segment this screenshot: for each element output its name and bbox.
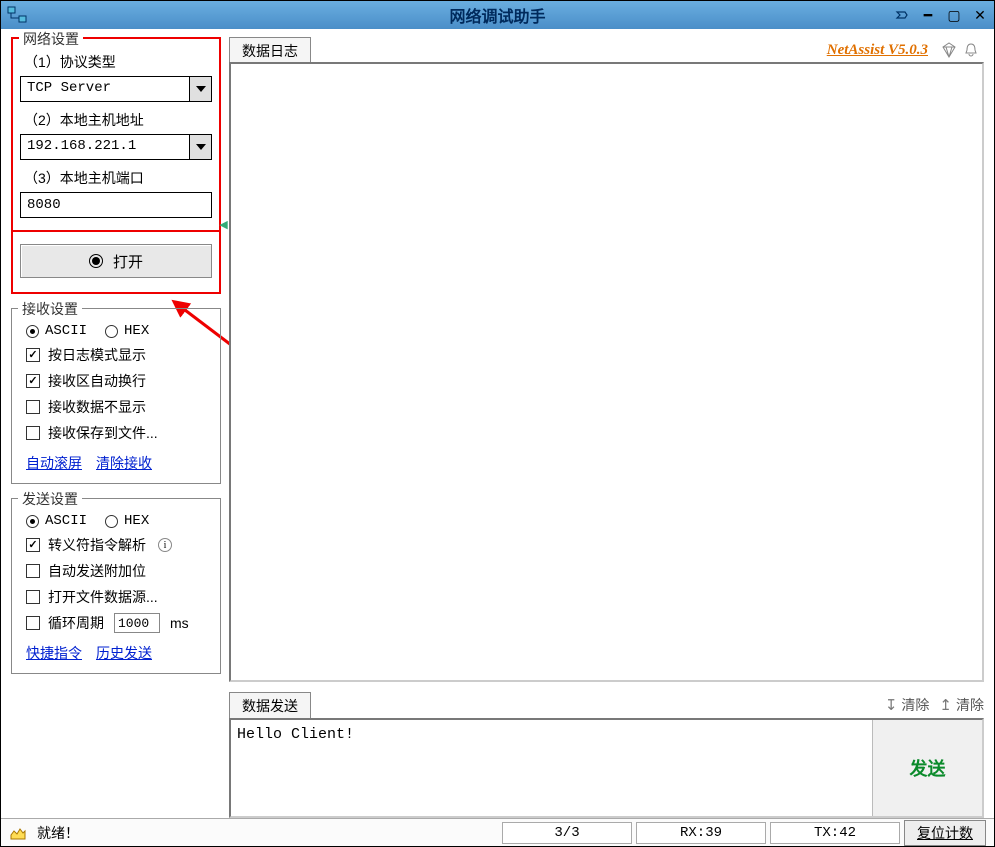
clear-bottom-button[interactable]: ↥清除 xyxy=(939,695,984,715)
app-icon xyxy=(7,6,27,24)
host-select[interactable]: 192.168.221.1 xyxy=(20,134,212,160)
info-icon[interactable]: i xyxy=(158,538,172,552)
auto-append-checkbox[interactable]: 自动发送附加位 xyxy=(26,561,212,581)
log-tab[interactable]: 数据日志 xyxy=(229,37,311,64)
main-panel: 数据日志 NetAssist V5.0.3 ◀ 数据发送 ↧清除 ↥清除 发送 xyxy=(229,37,984,818)
status-tx: TX:42 xyxy=(770,822,900,844)
minimize-button[interactable]: ━ xyxy=(920,7,936,23)
network-legend: 网络设置 xyxy=(19,29,83,49)
reset-counter-button[interactable]: 复位计数 xyxy=(904,820,986,846)
status-dot-icon xyxy=(89,254,103,268)
chevron-down-icon[interactable] xyxy=(189,77,211,101)
send-button[interactable]: 发送 xyxy=(872,720,982,816)
window-title: 网络调试助手 xyxy=(449,3,545,27)
send-tab[interactable]: 数据发送 xyxy=(229,692,311,719)
app-window: 网络调试助手 ━ ▢ ✕ 网络设置 （1）协议类型 TCP Server （2）… xyxy=(0,0,995,847)
log-mode-checkbox[interactable]: 按日志模式显示 xyxy=(26,345,212,365)
diamond-icon[interactable] xyxy=(940,41,958,59)
bell-icon[interactable] xyxy=(962,41,980,59)
protocol-select[interactable]: TCP Server xyxy=(20,76,212,102)
host-label: （2）本地主机地址 xyxy=(24,110,212,130)
send-settings-group: 发送设置 ASCII HEX 转义符指令解析i 自动发送附加位 打开文件数据源.… xyxy=(11,498,221,674)
maximize-button[interactable]: ▢ xyxy=(946,7,962,23)
auto-wrap-checkbox[interactable]: 接收区自动换行 xyxy=(26,371,212,391)
status-rx: RX:39 xyxy=(636,822,766,844)
brand-label: NetAssist V5.0.3 xyxy=(827,42,928,59)
port-input[interactable] xyxy=(20,192,212,218)
recv-settings-group: 接收设置 ASCII HEX 按日志模式显示 接收区自动换行 接收数据不显示 接… xyxy=(11,308,221,484)
quick-cmd-link[interactable]: 快捷指令 xyxy=(26,643,82,663)
send-legend: 发送设置 xyxy=(18,489,82,509)
clear-top-button[interactable]: ↧清除 xyxy=(885,695,930,715)
sidebar: 网络设置 （1）协议类型 TCP Server （2）本地主机地址 192.16… xyxy=(11,37,221,818)
recv-ascii-radio[interactable]: ASCII xyxy=(26,323,87,339)
recv-hex-radio[interactable]: HEX xyxy=(105,323,149,339)
network-settings-group: 网络设置 （1）协议类型 TCP Server （2）本地主机地址 192.16… xyxy=(11,37,221,294)
log-textarea[interactable] xyxy=(229,62,984,682)
cycle-interval-input[interactable] xyxy=(114,613,160,633)
send-ascii-radio[interactable]: ASCII xyxy=(26,513,87,529)
send-input[interactable] xyxy=(231,720,872,816)
hand-icon xyxy=(9,825,27,841)
cycle-checkbox[interactable]: 循环周期 ms xyxy=(26,613,212,633)
escape-checkbox[interactable]: 转义符指令解析i xyxy=(26,535,212,555)
collapse-grip-icon[interactable]: ◀ xyxy=(217,218,230,229)
send-hex-radio[interactable]: HEX xyxy=(105,513,149,529)
open-file-source-checkbox[interactable]: 打开文件数据源... xyxy=(26,587,212,607)
status-ratio: 3/3 xyxy=(502,822,632,844)
status-text: 就绪！ xyxy=(37,823,79,843)
chevron-down-icon[interactable] xyxy=(189,135,211,159)
pin-icon[interactable] xyxy=(894,7,910,23)
statusbar: 就绪！ 3/3 RX:39 TX:42 复位计数 xyxy=(1,818,994,846)
clear-recv-link[interactable]: 清除接收 xyxy=(96,453,152,473)
hide-recv-checkbox[interactable]: 接收数据不显示 xyxy=(26,397,212,417)
history-link[interactable]: 历史发送 xyxy=(96,643,152,663)
auto-scroll-link[interactable]: 自动滚屏 xyxy=(26,453,82,473)
open-button[interactable]: 打开 xyxy=(20,244,212,278)
titlebar: 网络调试助手 ━ ▢ ✕ xyxy=(1,1,994,29)
port-label: （3）本地主机端口 xyxy=(24,168,212,188)
save-file-checkbox[interactable]: 接收保存到文件... xyxy=(26,423,212,443)
arrow-up-icon: ↥ xyxy=(939,696,952,714)
recv-legend: 接收设置 xyxy=(18,299,82,319)
close-button[interactable]: ✕ xyxy=(972,7,988,23)
arrow-down-icon: ↧ xyxy=(885,696,898,714)
protocol-label: （1）协议类型 xyxy=(24,52,212,72)
